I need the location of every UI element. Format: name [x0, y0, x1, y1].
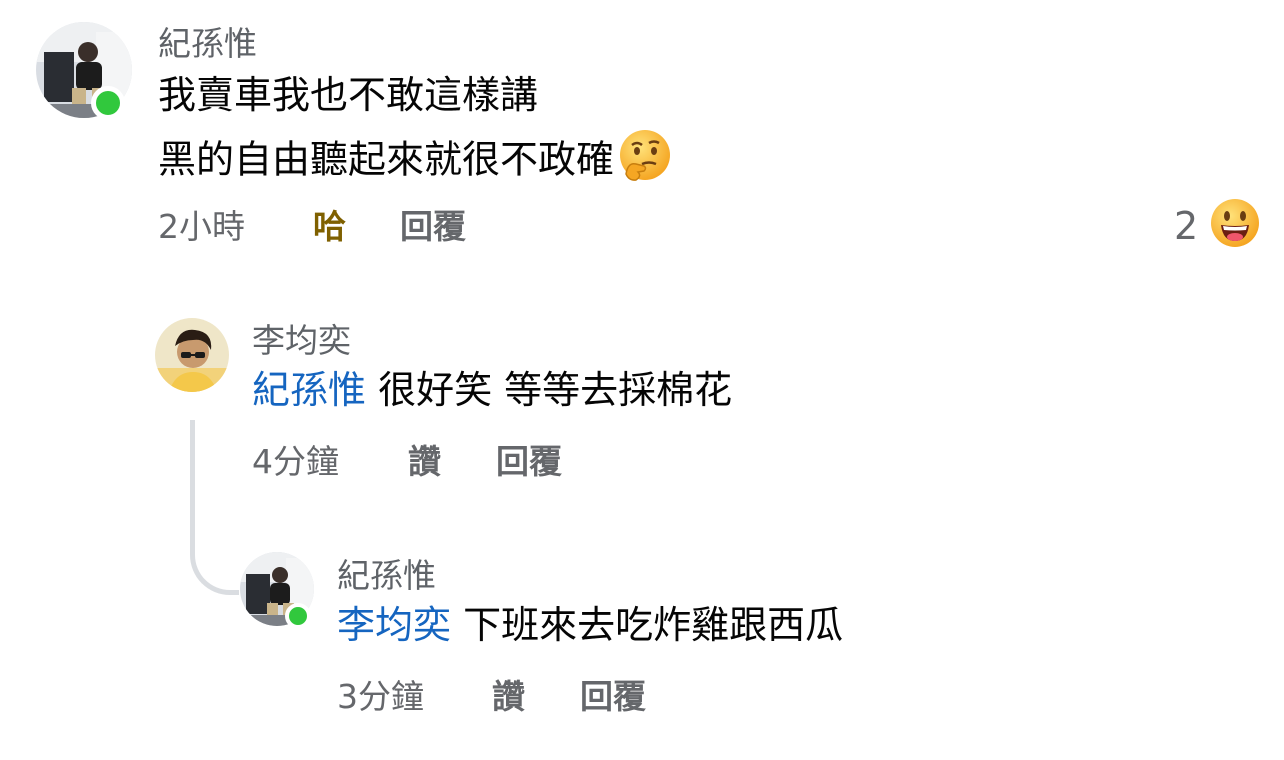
reply-2-reply-button[interactable]: 回覆	[580, 680, 646, 713]
reply-1-timestamp: 4分鐘	[252, 442, 339, 481]
reply-2-author-name[interactable]: 紀孫惟	[337, 559, 436, 592]
reply-2-like-button[interactable]: 讚	[492, 680, 525, 713]
thinking-face-icon	[618, 128, 672, 188]
avatar-reply-1[interactable]	[155, 318, 229, 392]
online-status-indicator	[91, 86, 125, 120]
reply-2-mention-link[interactable]: 李均奕	[337, 603, 451, 647]
reaction-count[interactable]: 2	[1174, 207, 1198, 245]
reply-1-like-button[interactable]: 讚	[408, 445, 441, 478]
comment-text-line-2: 黑的自由聽起來就很不政確	[158, 130, 672, 188]
comment-reaction-button[interactable]: 哈	[313, 210, 346, 243]
comment-author-name[interactable]: 紀孫惟	[158, 27, 257, 60]
reply-1-author-name[interactable]: 李均奕	[252, 324, 351, 357]
comment-timestamp: 2小時	[158, 207, 245, 246]
thread-connector-line	[190, 420, 239, 595]
reply-1-body: 很好笑 等等去採棉花	[366, 368, 733, 412]
reply-2-text: 李均奕 下班來去吃炸雞跟西瓜	[337, 606, 843, 644]
grinning-face-icon[interactable]	[1210, 198, 1260, 252]
reply-1-mention-link[interactable]: 紀孫惟	[252, 368, 366, 412]
reply-2-body: 下班來去吃炸雞跟西瓜	[451, 603, 844, 647]
comment-text-line-1: 我賣車我也不敢這樣講	[158, 73, 539, 117]
reply-1-reply-button[interactable]: 回覆	[496, 445, 562, 478]
comment-reply-button[interactable]: 回覆	[400, 210, 466, 243]
reply-2-timestamp: 3分鐘	[337, 677, 424, 716]
online-status-indicator-reply-2	[285, 603, 311, 629]
reply-1-text: 紀孫惟 很好笑 等等去採棉花	[252, 371, 732, 409]
comment-text-line-2-text: 黑的自由聽起來就很不政確	[158, 137, 615, 182]
